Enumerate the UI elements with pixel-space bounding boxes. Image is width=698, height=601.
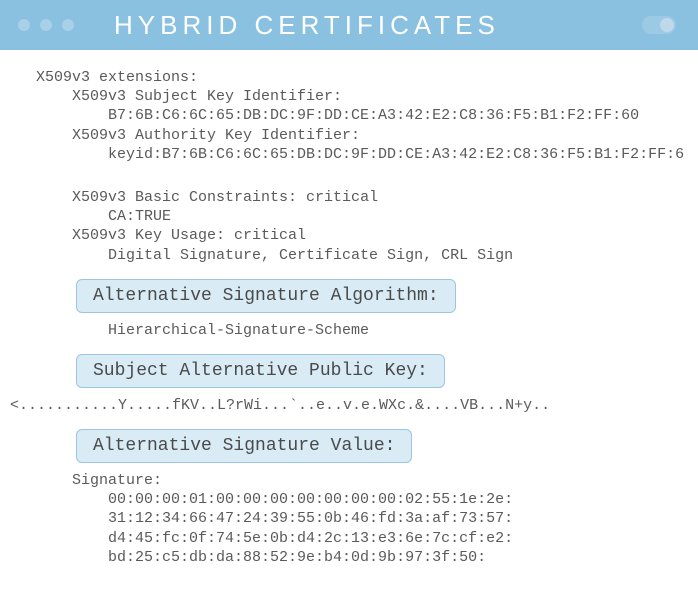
key-usage-value: Digital Signature, Certificate Sign, CRL… [108, 247, 513, 264]
x509-extensions-block: X509v3 extensions: X509v3 Subject Key Id… [36, 68, 688, 164]
zoom-icon[interactable] [62, 19, 74, 31]
extensions-heading: X509v3 extensions: [36, 69, 198, 86]
basic-constraints-value: CA:TRUE [108, 208, 171, 225]
alt-public-key-badge: Subject Alternative Public Key: [76, 354, 445, 388]
signature-line: bd:25:c5:db:da:88:52:9e:b4:0d:9b:97:3f:5… [108, 549, 486, 566]
aki-value: keyid:B7:6B:C6:6C:65:DB:DC:9F:DD:CE:A3:4… [108, 146, 684, 163]
aki-label: X509v3 Authority Key Identifier: [72, 127, 360, 144]
signature-line: 31:12:34:66:47:24:39:55:0b:46:fd:3a:af:7… [108, 510, 513, 527]
window-titlebar: HYBRID CERTIFICATES [0, 0, 698, 50]
alt-public-key-value: <...........Y.....fKV..L?rWi...`..e..v.e… [10, 396, 688, 415]
close-icon[interactable] [18, 19, 30, 31]
window-title: HYBRID CERTIFICATES [114, 10, 500, 41]
constraints-block: X509v3 Basic Constraints: critical CA:TR… [36, 188, 688, 265]
alt-sig-algorithm-value: Hierarchical-Signature-Scheme [36, 321, 688, 340]
ski-value: B7:6B:C6:6C:65:DB:DC:9F:DD:CE:A3:42:E2:C… [108, 107, 639, 124]
alt-sig-algorithm-badge: Alternative Signature Algorithm: [76, 279, 456, 313]
signature-block: Signature: 00:00:00:01:00:00:00:00:00:00… [36, 471, 688, 567]
basic-constraints-label: X509v3 Basic Constraints: critical [72, 189, 378, 206]
alt-sig-value-badge: Alternative Signature Value: [76, 429, 412, 463]
signature-label: Signature: [72, 472, 162, 489]
ski-label: X509v3 Subject Key Identifier: [72, 88, 342, 105]
theme-toggle[interactable] [642, 16, 676, 34]
toggle-knob [660, 18, 674, 32]
window-controls [18, 19, 74, 31]
certificate-body: X509v3 extensions: X509v3 Subject Key Id… [0, 50, 698, 601]
signature-line: d4:45:fc:0f:74:5e:0b:d4:2c:13:e3:6e:7c:c… [108, 530, 513, 547]
minimize-icon[interactable] [40, 19, 52, 31]
key-usage-label: X509v3 Key Usage: critical [72, 227, 306, 244]
signature-line: 00:00:00:01:00:00:00:00:00:00:00:02:55:1… [108, 491, 513, 508]
